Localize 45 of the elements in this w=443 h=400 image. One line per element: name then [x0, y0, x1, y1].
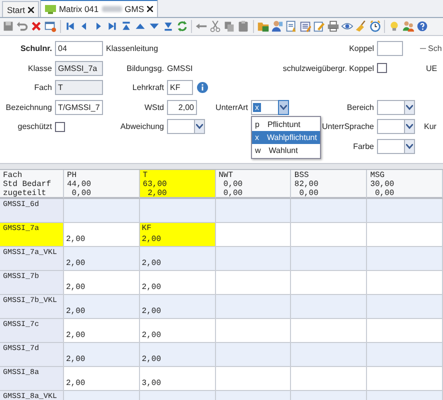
- header-label: Std Bedarf: [3, 180, 52, 189]
- column-header: NWT 0,00 0,00: [216, 170, 292, 199]
- lesson-type-field[interactable]: x: [251, 100, 278, 115]
- field-label: geschützt: [16, 122, 52, 132]
- field-label: Sch: [428, 44, 442, 54]
- dropdown-option[interactable]: w Wahlunt: [252, 144, 320, 157]
- school-number-field[interactable]: 04: [55, 41, 103, 56]
- field-label: WStd: [143, 102, 164, 112]
- table-cell: 2,00: [140, 343, 216, 367]
- dropdown-option[interactable]: x Wahlpflichtunt: [252, 131, 320, 144]
- field-label: Klassenleitung: [106, 44, 160, 54]
- field-label: Bereich: [346, 102, 374, 112]
- tab[interactable]: Start: [2, 1, 39, 17]
- field-label: Bezeichnung: [4, 102, 52, 112]
- field-value: GMSSI: [167, 64, 194, 73]
- column-header: BSS 82,00 0,00: [291, 170, 368, 199]
- tab[interactable]: Matrix 041 GMS: [40, 0, 158, 17]
- table-cell: 2,00: [140, 247, 216, 271]
- table-cell: 2,00: [140, 295, 216, 319]
- table-cell: 2,00: [64, 247, 140, 271]
- header-label: zugeteilt: [3, 189, 48, 198]
- dropdown-option[interactable]: p Pflichtunt: [252, 118, 320, 131]
- field-label: Abweichung: [119, 122, 164, 132]
- field-label: Lehrkraft: [131, 83, 164, 92]
- class-field[interactable]: GMSSI_7a: [55, 60, 103, 76]
- column-header: T 63,00 2,00: [140, 170, 216, 199]
- description-field[interactable]: T/GMSSI_7: [55, 100, 103, 115]
- field-label: Kur: [423, 122, 438, 132]
- field-label: Fach: [33, 83, 52, 92]
- field-label: Bildungsg.: [126, 64, 164, 73]
- table-cell: KF 2,00: [140, 223, 216, 247]
- hours-field[interactable]: 2,00: [167, 100, 197, 115]
- table-cell: 2,00: [64, 295, 140, 319]
- column-header: MSG 30,00 0,00: [367, 170, 443, 199]
- field-label: UnterrArt: [214, 102, 248, 112]
- field-label: Schulnr.: [19, 44, 52, 54]
- field-label: Koppel: [348, 44, 374, 54]
- field-label: Klasse: [26, 64, 52, 73]
- header-label: Fach: [3, 171, 24, 180]
- field-label: UE: [425, 64, 438, 73]
- teacher-field[interactable]: KF: [167, 80, 193, 96]
- table-cell: 2,00: [64, 343, 140, 367]
- column-header: PH 44,00 0,00: [64, 170, 140, 199]
- field-label: schulzweigübergr. Koppel: [282, 64, 374, 73]
- subject-field[interactable]: T: [55, 80, 103, 96]
